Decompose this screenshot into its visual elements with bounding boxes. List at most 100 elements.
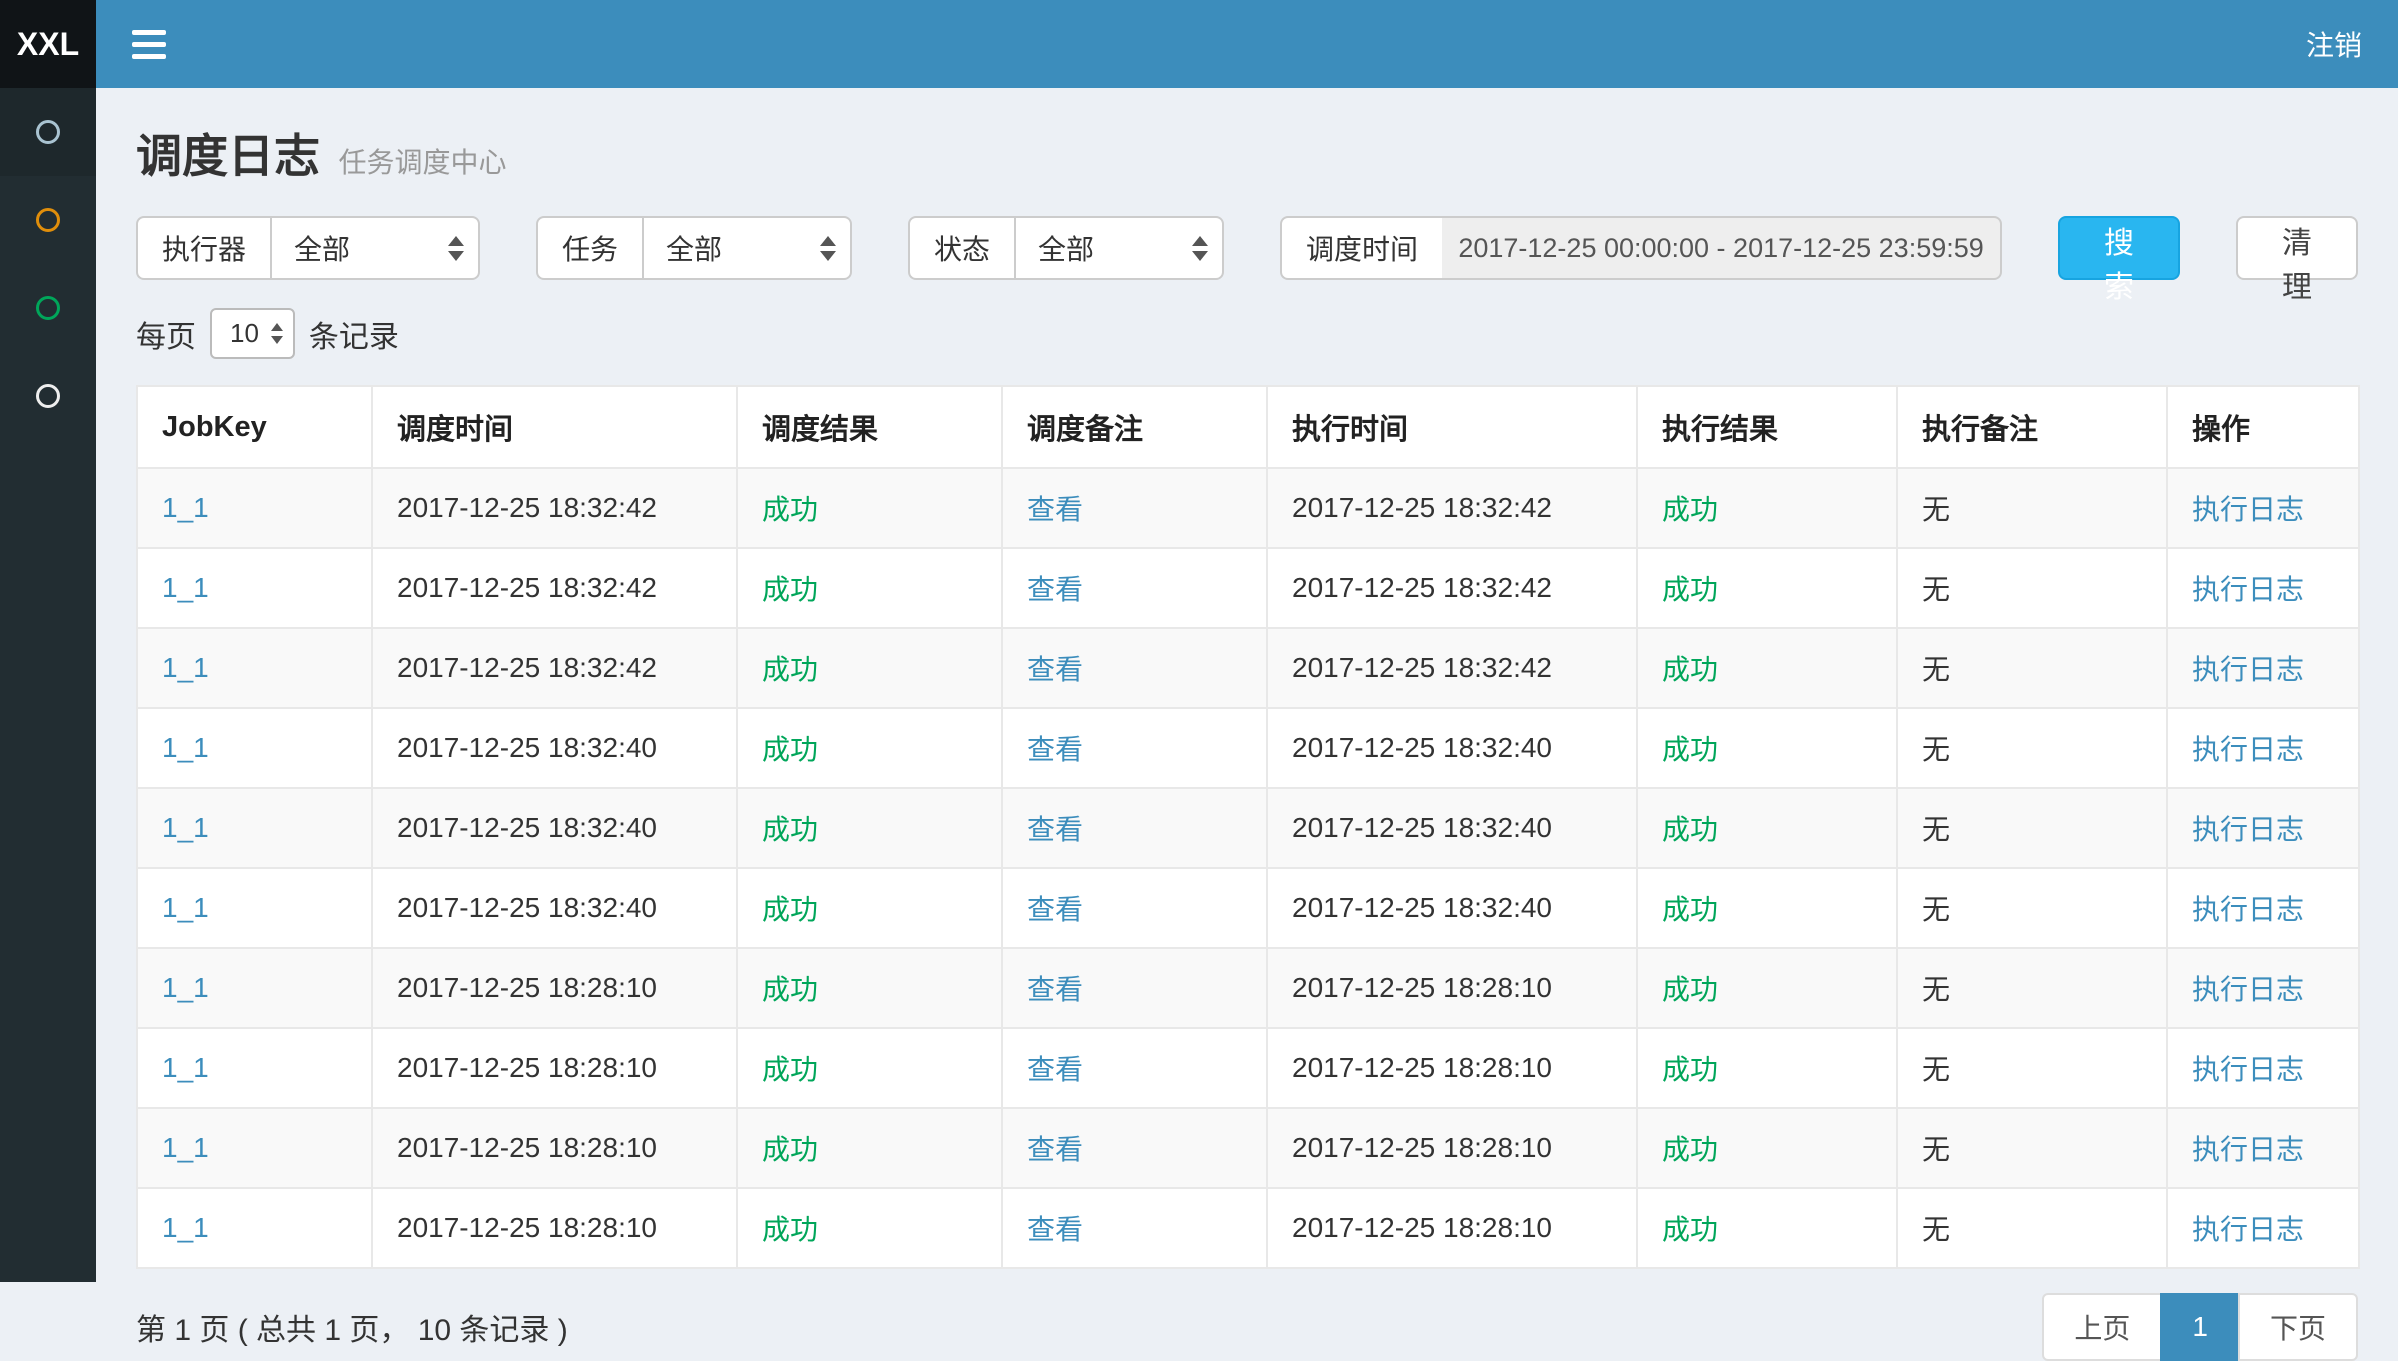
select-arrows-icon <box>271 323 283 344</box>
prev-page-button[interactable]: 上页 <box>2042 1293 2162 1361</box>
exec-remark-cell: 无 <box>1897 1028 2167 1108</box>
jobkey-link[interactable]: 1_1 <box>162 812 209 843</box>
log-table: JobKey调度时间调度结果调度备注执行时间执行结果执行备注操作 1_1 201… <box>136 385 2360 1269</box>
sched-remark-link[interactable]: 查看 <box>1027 1214 1083 1245</box>
exec-log-link[interactable]: 执行日志 <box>2192 1134 2304 1165</box>
exec-time-cell: 2017-12-25 18:28:10 <box>1267 1108 1637 1188</box>
log-table-header-row: JobKey调度时间调度结果调度备注执行时间执行结果执行备注操作 <box>137 386 2359 468</box>
sidebar-item[interactable] <box>0 352 96 440</box>
time-filter-label: 调度时间 <box>1280 216 1442 280</box>
sched-remark-link[interactable]: 查看 <box>1027 494 1083 525</box>
sched-result-text: 成功 <box>762 1134 818 1165</box>
exec-result-text: 成功 <box>1662 574 1718 605</box>
sidebar-item[interactable] <box>0 176 96 264</box>
sched-remark-link[interactable]: 查看 <box>1027 894 1083 925</box>
page-size-row: 每页 10 条记录 <box>136 308 2358 359</box>
exec-remark-cell: 无 <box>1897 868 2167 948</box>
table-row: 1_1 2017-12-25 18:32:42 成功 查看 2017-12-25… <box>137 468 2359 548</box>
sched-remark-link[interactable]: 查看 <box>1027 574 1083 605</box>
exec-result-text: 成功 <box>1662 734 1718 765</box>
page-size-value: 10 <box>230 318 259 349</box>
status-select[interactable]: 全部 <box>1014 216 1224 280</box>
exec-log-link[interactable]: 执行日志 <box>2192 494 2304 525</box>
log-table-wrap: JobKey调度时间调度结果调度备注执行时间执行结果执行备注操作 1_1 201… <box>136 385 2358 1269</box>
sched-time-cell: 2017-12-25 18:32:42 <box>372 548 737 628</box>
exec-result-text: 成功 <box>1662 974 1718 1005</box>
sched-result-text: 成功 <box>762 494 818 525</box>
sched-remark-link[interactable]: 查看 <box>1027 734 1083 765</box>
sidebar-item[interactable] <box>0 88 96 176</box>
page-size-select[interactable]: 10 <box>210 308 295 359</box>
jobkey-link[interactable]: 1_1 <box>162 1212 209 1243</box>
column-header: 操作 <box>2167 386 2359 468</box>
job-filter-label: 任务 <box>536 216 642 280</box>
table-footer: 第 1 页 ( 总共 1 页， 10 条记录 ) 上页 1 下页 <box>136 1293 2358 1361</box>
table-row: 1_1 2017-12-25 18:32:42 成功 查看 2017-12-25… <box>137 628 2359 708</box>
exec-log-link[interactable]: 执行日志 <box>2192 814 2304 845</box>
jobkey-link[interactable]: 1_1 <box>162 492 209 523</box>
exec-time-cell: 2017-12-25 18:32:42 <box>1267 628 1637 708</box>
exec-result-text: 成功 <box>1662 894 1718 925</box>
sidebar <box>0 88 96 1282</box>
jobkey-link[interactable]: 1_1 <box>162 892 209 923</box>
column-header: 执行备注 <box>1897 386 2167 468</box>
sched-remark-link[interactable]: 查看 <box>1027 974 1083 1005</box>
executor-filter-group: 执行器 全部 <box>136 216 480 280</box>
jobkey-link[interactable]: 1_1 <box>162 732 209 763</box>
exec-time-cell: 2017-12-25 18:32:42 <box>1267 548 1637 628</box>
filter-row: 执行器 全部 任务 全部 状态 全部 调度时间 搜索 清理 <box>136 216 2358 280</box>
exec-remark-cell: 无 <box>1897 628 2167 708</box>
table-row: 1_1 2017-12-25 18:32:40 成功 查看 2017-12-25… <box>137 788 2359 868</box>
time-range-input[interactable] <box>1442 216 2002 280</box>
select-arrows-icon <box>448 236 464 261</box>
sidebar-toggle-icon[interactable] <box>132 30 166 59</box>
exec-time-cell: 2017-12-25 18:32:42 <box>1267 468 1637 548</box>
exec-log-link[interactable]: 执行日志 <box>2192 974 2304 1005</box>
sched-remark-link[interactable]: 查看 <box>1027 654 1083 685</box>
sched-remark-link[interactable]: 查看 <box>1027 1134 1083 1165</box>
exec-log-link[interactable]: 执行日志 <box>2192 734 2304 765</box>
sched-time-cell: 2017-12-25 18:28:10 <box>372 1188 737 1268</box>
main-content: 调度日志 任务调度中心 执行器 全部 任务 全部 状态 全部 <box>96 88 2398 1282</box>
logout-link[interactable]: 注销 <box>2306 24 2362 64</box>
sched-result-text: 成功 <box>762 814 818 845</box>
jobkey-link[interactable]: 1_1 <box>162 1132 209 1163</box>
exec-result-text: 成功 <box>1662 1134 1718 1165</box>
exec-remark-cell: 无 <box>1897 548 2167 628</box>
circle-icon-2 <box>36 208 60 232</box>
jobkey-link[interactable]: 1_1 <box>162 652 209 683</box>
status-select-value: 全部 <box>1038 228 1094 268</box>
jobkey-link[interactable]: 1_1 <box>162 572 209 603</box>
clear-button[interactable]: 清理 <box>2236 216 2358 280</box>
current-page-button[interactable]: 1 <box>2160 1293 2240 1361</box>
search-button[interactable]: 搜索 <box>2058 216 2180 280</box>
sidebar-item[interactable] <box>0 264 96 352</box>
next-page-button[interactable]: 下页 <box>2238 1293 2358 1361</box>
column-header: 调度结果 <box>737 386 1002 468</box>
exec-log-link[interactable]: 执行日志 <box>2192 574 2304 605</box>
sched-result-text: 成功 <box>762 894 818 925</box>
exec-log-link[interactable]: 执行日志 <box>2192 1214 2304 1245</box>
circle-icon-1 <box>36 120 60 144</box>
sched-result-text: 成功 <box>762 974 818 1005</box>
exec-remark-cell: 无 <box>1897 948 2167 1028</box>
exec-time-cell: 2017-12-25 18:32:40 <box>1267 708 1637 788</box>
exec-log-link[interactable]: 执行日志 <box>2192 654 2304 685</box>
exec-log-link[interactable]: 执行日志 <box>2192 1054 2304 1085</box>
executor-select-value: 全部 <box>294 228 350 268</box>
navbar: 注销 <box>96 0 2398 88</box>
executor-select[interactable]: 全部 <box>270 216 480 280</box>
jobkey-link[interactable]: 1_1 <box>162 972 209 1003</box>
status-filter-group: 状态 全部 <box>908 216 1224 280</box>
exec-time-cell: 2017-12-25 18:32:40 <box>1267 788 1637 868</box>
sched-remark-link[interactable]: 查看 <box>1027 814 1083 845</box>
table-row: 1_1 2017-12-25 18:28:10 成功 查看 2017-12-25… <box>137 1108 2359 1188</box>
sched-time-cell: 2017-12-25 18:32:42 <box>372 628 737 708</box>
jobkey-link[interactable]: 1_1 <box>162 1052 209 1083</box>
exec-log-link[interactable]: 执行日志 <box>2192 894 2304 925</box>
table-row: 1_1 2017-12-25 18:32:42 成功 查看 2017-12-25… <box>137 548 2359 628</box>
job-select[interactable]: 全部 <box>642 216 852 280</box>
sched-remark-link[interactable]: 查看 <box>1027 1054 1083 1085</box>
table-row: 1_1 2017-12-25 18:28:10 成功 查看 2017-12-25… <box>137 948 2359 1028</box>
exec-time-cell: 2017-12-25 18:28:10 <box>1267 948 1637 1028</box>
